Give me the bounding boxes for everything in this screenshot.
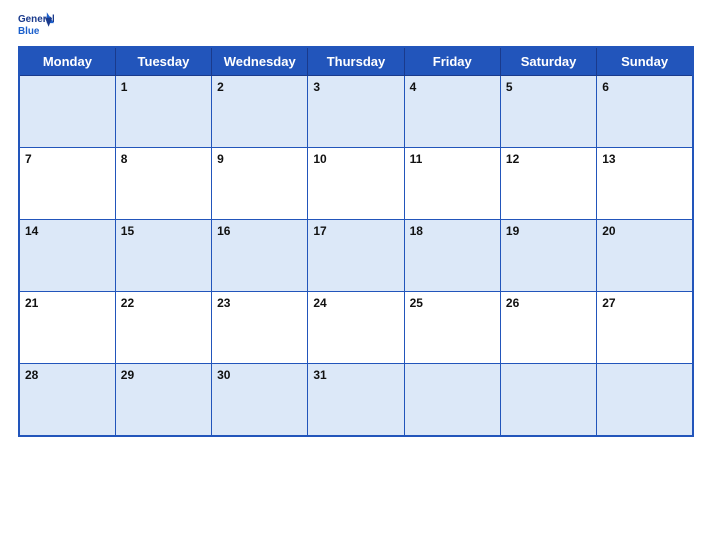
table-row: 22 [115,292,211,364]
day-number: 5 [506,80,513,94]
day-number: 8 [121,152,128,166]
table-row: 18 [404,220,500,292]
calendar-week-row: 1 2 3 4 5 6 [19,76,693,148]
table-row [597,364,693,436]
table-row: 12 [500,148,596,220]
table-row: 19 [500,220,596,292]
day-number: 31 [313,368,326,382]
table-row: 20 [597,220,693,292]
table-row: 28 [19,364,115,436]
day-number: 1 [121,80,128,94]
table-row: 27 [597,292,693,364]
table-row: 16 [212,220,308,292]
col-thursday: Thursday [308,47,404,76]
day-number: 4 [410,80,417,94]
day-number: 22 [121,296,134,310]
table-row: 13 [597,148,693,220]
table-row: 30 [212,364,308,436]
table-row: 26 [500,292,596,364]
day-number: 16 [217,224,230,238]
table-row: 5 [500,76,596,148]
day-number: 3 [313,80,320,94]
table-row: 9 [212,148,308,220]
col-sunday: Sunday [597,47,693,76]
table-row: 14 [19,220,115,292]
day-number: 18 [410,224,423,238]
table-row: 6 [597,76,693,148]
table-row: 8 [115,148,211,220]
col-friday: Friday [404,47,500,76]
day-number: 13 [602,152,615,166]
day-number: 12 [506,152,519,166]
table-row: 7 [19,148,115,220]
table-row [500,364,596,436]
calendar-page: General Blue Monday Tuesday Wednesday Th… [0,0,712,550]
day-number: 9 [217,152,224,166]
day-number: 2 [217,80,224,94]
col-saturday: Saturday [500,47,596,76]
header: General Blue [18,10,694,38]
table-row: 23 [212,292,308,364]
table-row: 11 [404,148,500,220]
table-row: 15 [115,220,211,292]
day-number: 19 [506,224,519,238]
day-number: 29 [121,368,134,382]
col-monday: Monday [19,47,115,76]
table-row: 2 [212,76,308,148]
svg-text:Blue: Blue [18,26,40,37]
calendar-week-row: 7 8 9 10 11 12 13 [19,148,693,220]
table-row: 1 [115,76,211,148]
day-number: 6 [602,80,609,94]
day-number: 20 [602,224,615,238]
col-wednesday: Wednesday [212,47,308,76]
day-number: 14 [25,224,38,238]
day-number: 26 [506,296,519,310]
day-number: 27 [602,296,615,310]
day-number: 10 [313,152,326,166]
table-row: 17 [308,220,404,292]
day-number: 30 [217,368,230,382]
calendar-week-row: 28 29 30 31 [19,364,693,436]
day-number: 25 [410,296,423,310]
table-row: 24 [308,292,404,364]
logo-icon: General Blue [18,10,54,38]
calendar-week-row: 14 15 16 17 18 19 20 [19,220,693,292]
table-row: 3 [308,76,404,148]
table-row [404,364,500,436]
table-row: 4 [404,76,500,148]
table-row: 25 [404,292,500,364]
day-number: 7 [25,152,32,166]
day-number: 17 [313,224,326,238]
day-number: 28 [25,368,38,382]
weekday-header-row: Monday Tuesday Wednesday Thursday Friday… [19,47,693,76]
calendar-table: Monday Tuesday Wednesday Thursday Friday… [18,46,694,437]
day-number: 11 [410,152,423,166]
day-number: 15 [121,224,134,238]
table-row: 10 [308,148,404,220]
calendar-week-row: 21 22 23 24 25 26 27 [19,292,693,364]
day-number: 21 [25,296,38,310]
logo-area: General Blue [18,10,54,38]
day-number: 23 [217,296,230,310]
table-row: 29 [115,364,211,436]
col-tuesday: Tuesday [115,47,211,76]
table-row [19,76,115,148]
table-row: 21 [19,292,115,364]
table-row: 31 [308,364,404,436]
day-number: 24 [313,296,326,310]
